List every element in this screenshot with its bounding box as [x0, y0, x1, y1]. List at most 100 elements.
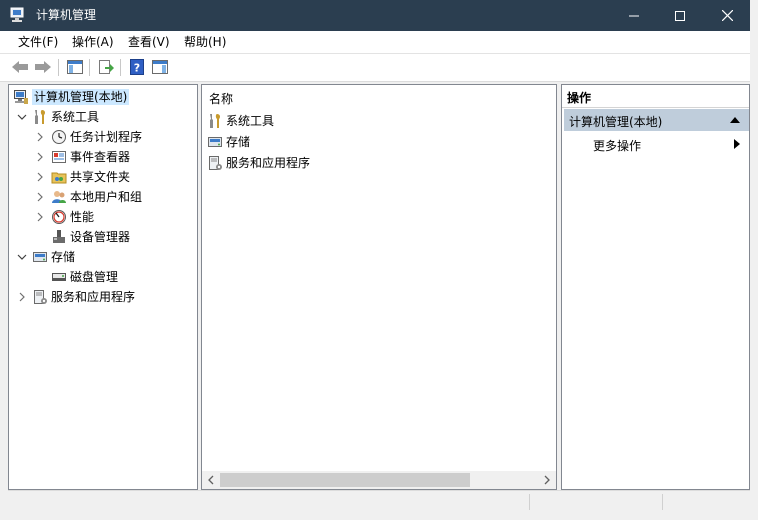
help-icon: ?	[130, 59, 144, 75]
tree-item-label: 存储	[51, 249, 76, 264]
tree-item-label: 任务计划程序	[70, 129, 143, 144]
tree-item-label: 共享文件夹	[70, 169, 131, 184]
maximize-icon	[675, 10, 685, 21]
tree-item-disk-management[interactable]: 磁盘管理	[51, 267, 118, 286]
forward-arrow-icon	[35, 61, 51, 73]
tree-item-services-applications[interactable]: 服务和应用程序	[32, 287, 135, 306]
submenu-arrow-icon	[734, 139, 740, 149]
tree-item-local-users-groups[interactable]: 本地用户和组	[51, 187, 142, 206]
maximize-button[interactable]	[657, 0, 703, 31]
tree-item-label: 磁盘管理	[70, 269, 119, 284]
toolbar-separator	[120, 59, 121, 76]
event-viewer-icon	[52, 150, 66, 163]
action-section-header[interactable]: 计算机管理(本地)	[564, 109, 749, 131]
tree-item-label: 设备管理器	[70, 229, 131, 244]
menu-help[interactable]: 帮助(H)	[184, 35, 226, 49]
computer-management-app-icon	[10, 7, 24, 22]
more-actions-item[interactable]: 更多操作	[564, 134, 749, 154]
column-header-name[interactable]: 名称	[209, 90, 233, 107]
toolbar-separator	[89, 59, 90, 76]
collapse-up-icon[interactable]	[730, 116, 740, 124]
services-icon	[209, 155, 222, 170]
chevron-right-icon[interactable]	[35, 152, 45, 162]
navigation-tree-pane: 计算机管理(本地) 系统工具 任务计划程序 事件查看器 共享文件夹 本地用户和组…	[8, 84, 198, 490]
computer-management-icon	[14, 89, 28, 104]
scrollbar-thumb[interactable]	[220, 473, 470, 487]
close-icon	[721, 10, 733, 21]
menu-bar: 文件(F) 操作(A) 查看(V) 帮助(H)	[0, 31, 750, 54]
status-bar	[8, 490, 750, 513]
close-button[interactable]	[704, 0, 750, 31]
action-pane-header: 操作	[562, 85, 749, 108]
status-divider	[529, 494, 530, 510]
toolbar-separator	[58, 59, 59, 76]
performance-icon	[52, 209, 66, 224]
tree-item-label: 系统工具	[51, 109, 100, 124]
tree-item-system-tools[interactable]: 系统工具	[32, 107, 99, 126]
toolbar: ?	[0, 54, 750, 82]
tree-item-shared-folders[interactable]: 共享文件夹	[51, 167, 130, 186]
services-icon	[34, 289, 47, 304]
action-pane: 操作 计算机管理(本地) 更多操作	[561, 84, 750, 490]
tree-item-label: 本地用户和组	[70, 189, 143, 204]
title-bar[interactable]: 计算机管理	[0, 0, 750, 31]
minimize-button[interactable]	[611, 0, 657, 31]
scroll-left-icon[interactable]	[206, 475, 216, 485]
menu-view[interactable]: 查看(V)	[128, 35, 170, 49]
svg-text:?: ?	[134, 62, 140, 75]
tree-item-label: 服务和应用程序	[51, 289, 136, 304]
chevron-right-icon[interactable]	[35, 192, 45, 202]
clock-icon	[52, 129, 66, 144]
chevron-right-icon[interactable]	[17, 292, 27, 302]
show-hide-action-pane-button[interactable]	[150, 58, 170, 76]
export-list-button[interactable]	[96, 58, 116, 76]
chevron-down-icon[interactable]	[17, 252, 27, 262]
tree-item-device-manager[interactable]: 设备管理器	[51, 227, 130, 246]
export-list-icon	[99, 60, 114, 74]
tree-item-task-scheduler[interactable]: 任务计划程序	[51, 127, 142, 146]
tree-item-label: 事件查看器	[70, 149, 131, 164]
tree-item-event-viewer[interactable]: 事件查看器	[51, 147, 130, 166]
tools-icon	[210, 113, 221, 128]
chevron-right-icon[interactable]	[35, 172, 45, 182]
device-manager-icon	[53, 229, 65, 243]
list-item-label: 服务和应用程序	[226, 156, 311, 170]
forward-button[interactable]	[33, 58, 53, 76]
more-actions-label: 更多操作	[593, 139, 642, 153]
action-section-label: 计算机管理(本地)	[569, 115, 663, 129]
show-hide-tree-icon	[67, 60, 83, 74]
back-arrow-icon	[12, 61, 28, 73]
list-item-label: 系统工具	[226, 114, 275, 128]
window-title: 计算机管理	[36, 8, 97, 22]
chevron-right-icon[interactable]	[35, 132, 45, 142]
back-button[interactable]	[10, 58, 30, 76]
horizontal-scrollbar[interactable]	[202, 471, 556, 489]
chevron-right-icon[interactable]	[35, 212, 45, 222]
shared-folder-icon	[51, 172, 67, 183]
tools-icon	[35, 109, 46, 124]
minimize-icon	[629, 15, 639, 16]
disk-management-icon	[52, 272, 66, 281]
list-item[interactable]: 系统工具	[207, 111, 274, 130]
scroll-right-icon[interactable]	[542, 475, 552, 485]
help-button[interactable]: ?	[127, 58, 147, 76]
tree-item-performance[interactable]: 性能	[51, 207, 94, 226]
storage-icon	[208, 136, 222, 147]
list-item-label: 存储	[226, 135, 251, 149]
chevron-down-icon[interactable]	[17, 112, 27, 122]
users-icon	[52, 190, 66, 203]
show-hide-tree-button[interactable]	[65, 58, 85, 76]
tree-item-label: 计算机管理(本地)	[32, 88, 130, 105]
storage-icon	[33, 251, 47, 262]
status-divider	[662, 494, 663, 510]
action-pane-title: 操作	[567, 91, 592, 105]
tree-item-storage[interactable]: 存储	[32, 247, 75, 266]
tree-item-root[interactable]: 计算机管理(本地)	[13, 87, 130, 106]
computer-management-window: 计算机管理 文件(F) 操作(A) 查看(V) 帮助(H) ? 计算机管理(本地…	[0, 0, 758, 520]
menu-action[interactable]: 操作(A)	[72, 35, 114, 49]
show-hide-action-pane-icon	[152, 60, 168, 74]
list-item[interactable]: 存储	[207, 132, 250, 151]
menu-file[interactable]: 文件(F)	[18, 35, 58, 49]
list-item[interactable]: 服务和应用程序	[207, 153, 310, 172]
tree-item-label: 性能	[70, 209, 95, 224]
